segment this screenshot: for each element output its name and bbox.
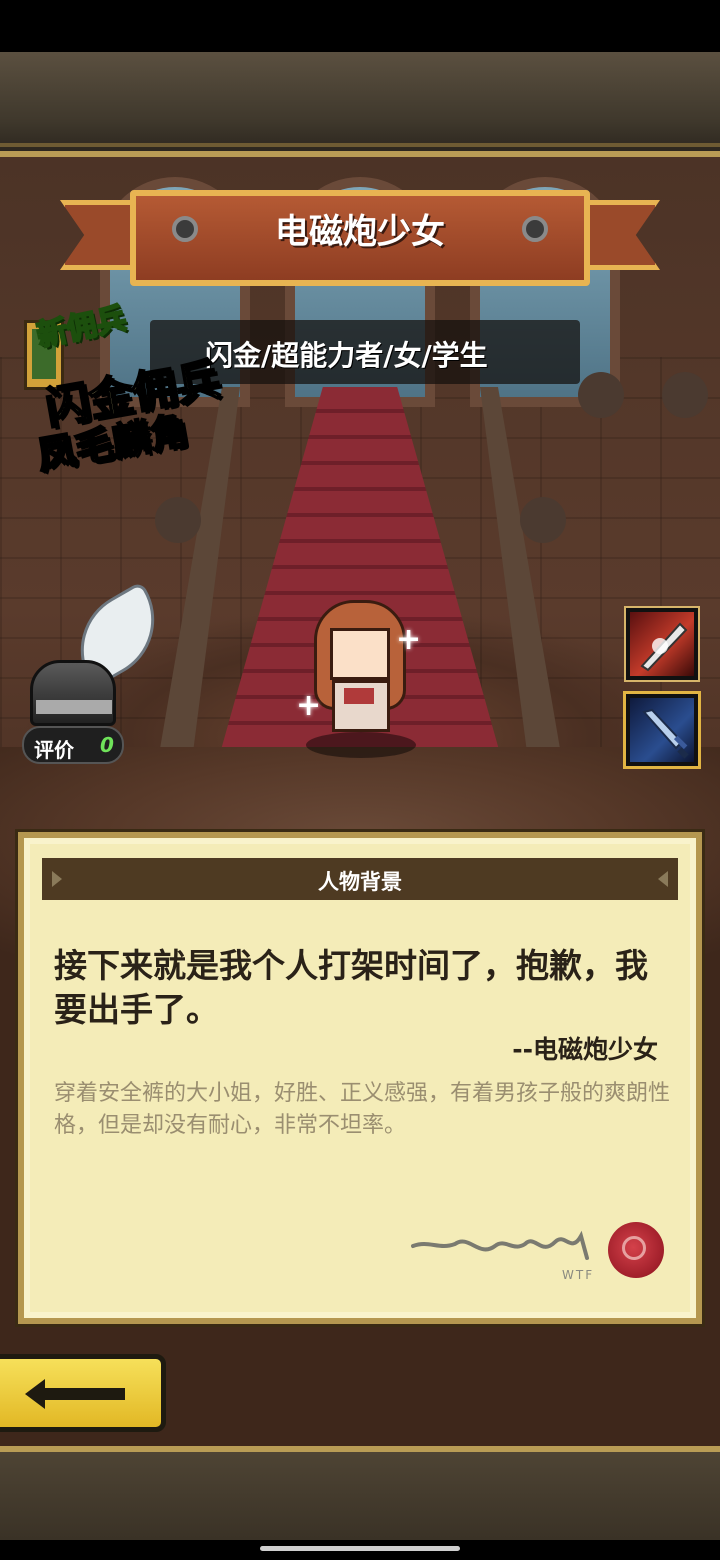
wax-seal-icon (608, 1222, 664, 1278)
character-background-panel: 人物背景 接下来就是我个人打架时间了，抱歉，我要出手了。 --电磁炮少女 穿着安… (18, 832, 702, 1324)
railing-post (520, 497, 566, 543)
sword-skill-icon[interactable] (623, 691, 701, 769)
home-indicator[interactable] (260, 1546, 460, 1551)
panel-header: 人物背景 (42, 858, 678, 900)
title-banner: 电磁炮少女 (60, 178, 660, 298)
ink-pot-band (36, 700, 112, 714)
sprite-face (330, 628, 390, 680)
signature-icon (411, 1230, 589, 1260)
back-button[interactable] (0, 1354, 166, 1432)
status-bar (0, 0, 720, 52)
sprite-shadow (306, 732, 416, 758)
sparkle-icon: + (296, 688, 322, 723)
rating-label: 评价 (34, 738, 74, 762)
rating-value: 0 (100, 733, 114, 757)
promo-badge: 新佣兵 (33, 300, 130, 355)
sprite-bow (344, 688, 374, 704)
top-frame (0, 52, 720, 157)
railing-post (662, 372, 708, 418)
triangle-right-icon (658, 871, 668, 887)
slash-skill-icon[interactable] (624, 606, 700, 682)
inkwell-quill-icon[interactable] (30, 580, 177, 730)
character-name: 电磁炮少女 (275, 212, 445, 252)
character-quote: 接下来就是我个人打架时间了，抱歉，我要出手了。 (54, 946, 648, 1029)
quote-author: --电磁炮少女 (512, 1035, 658, 1064)
character-sprite: + + (296, 600, 426, 760)
railing-post (155, 497, 201, 543)
character-description: 穿着安全裤的大小姐，好胜、正义感强，有着男孩子般的爽朗性格，但是却没有耐心，非常… (54, 1081, 671, 1138)
new-mercenary-promo[interactable]: 新佣兵 闪金佣兵 凤毛麟角 (22, 300, 262, 480)
game-screen: 电磁炮少女 闪金/超能力者/女/学生 新佣兵 闪金佣兵 凤毛麟角 评价 0 + … (0, 0, 720, 1560)
ink-pot (30, 660, 116, 726)
arrow-left-icon (25, 1379, 125, 1409)
railing-post (578, 372, 624, 418)
panel-title: 人物背景 (318, 870, 402, 894)
signature-caption: WTF (562, 1268, 595, 1282)
sparkle-icon: + (396, 622, 422, 657)
bottom-frame (0, 1446, 720, 1540)
rating-badge[interactable]: 评价 0 (22, 726, 124, 764)
